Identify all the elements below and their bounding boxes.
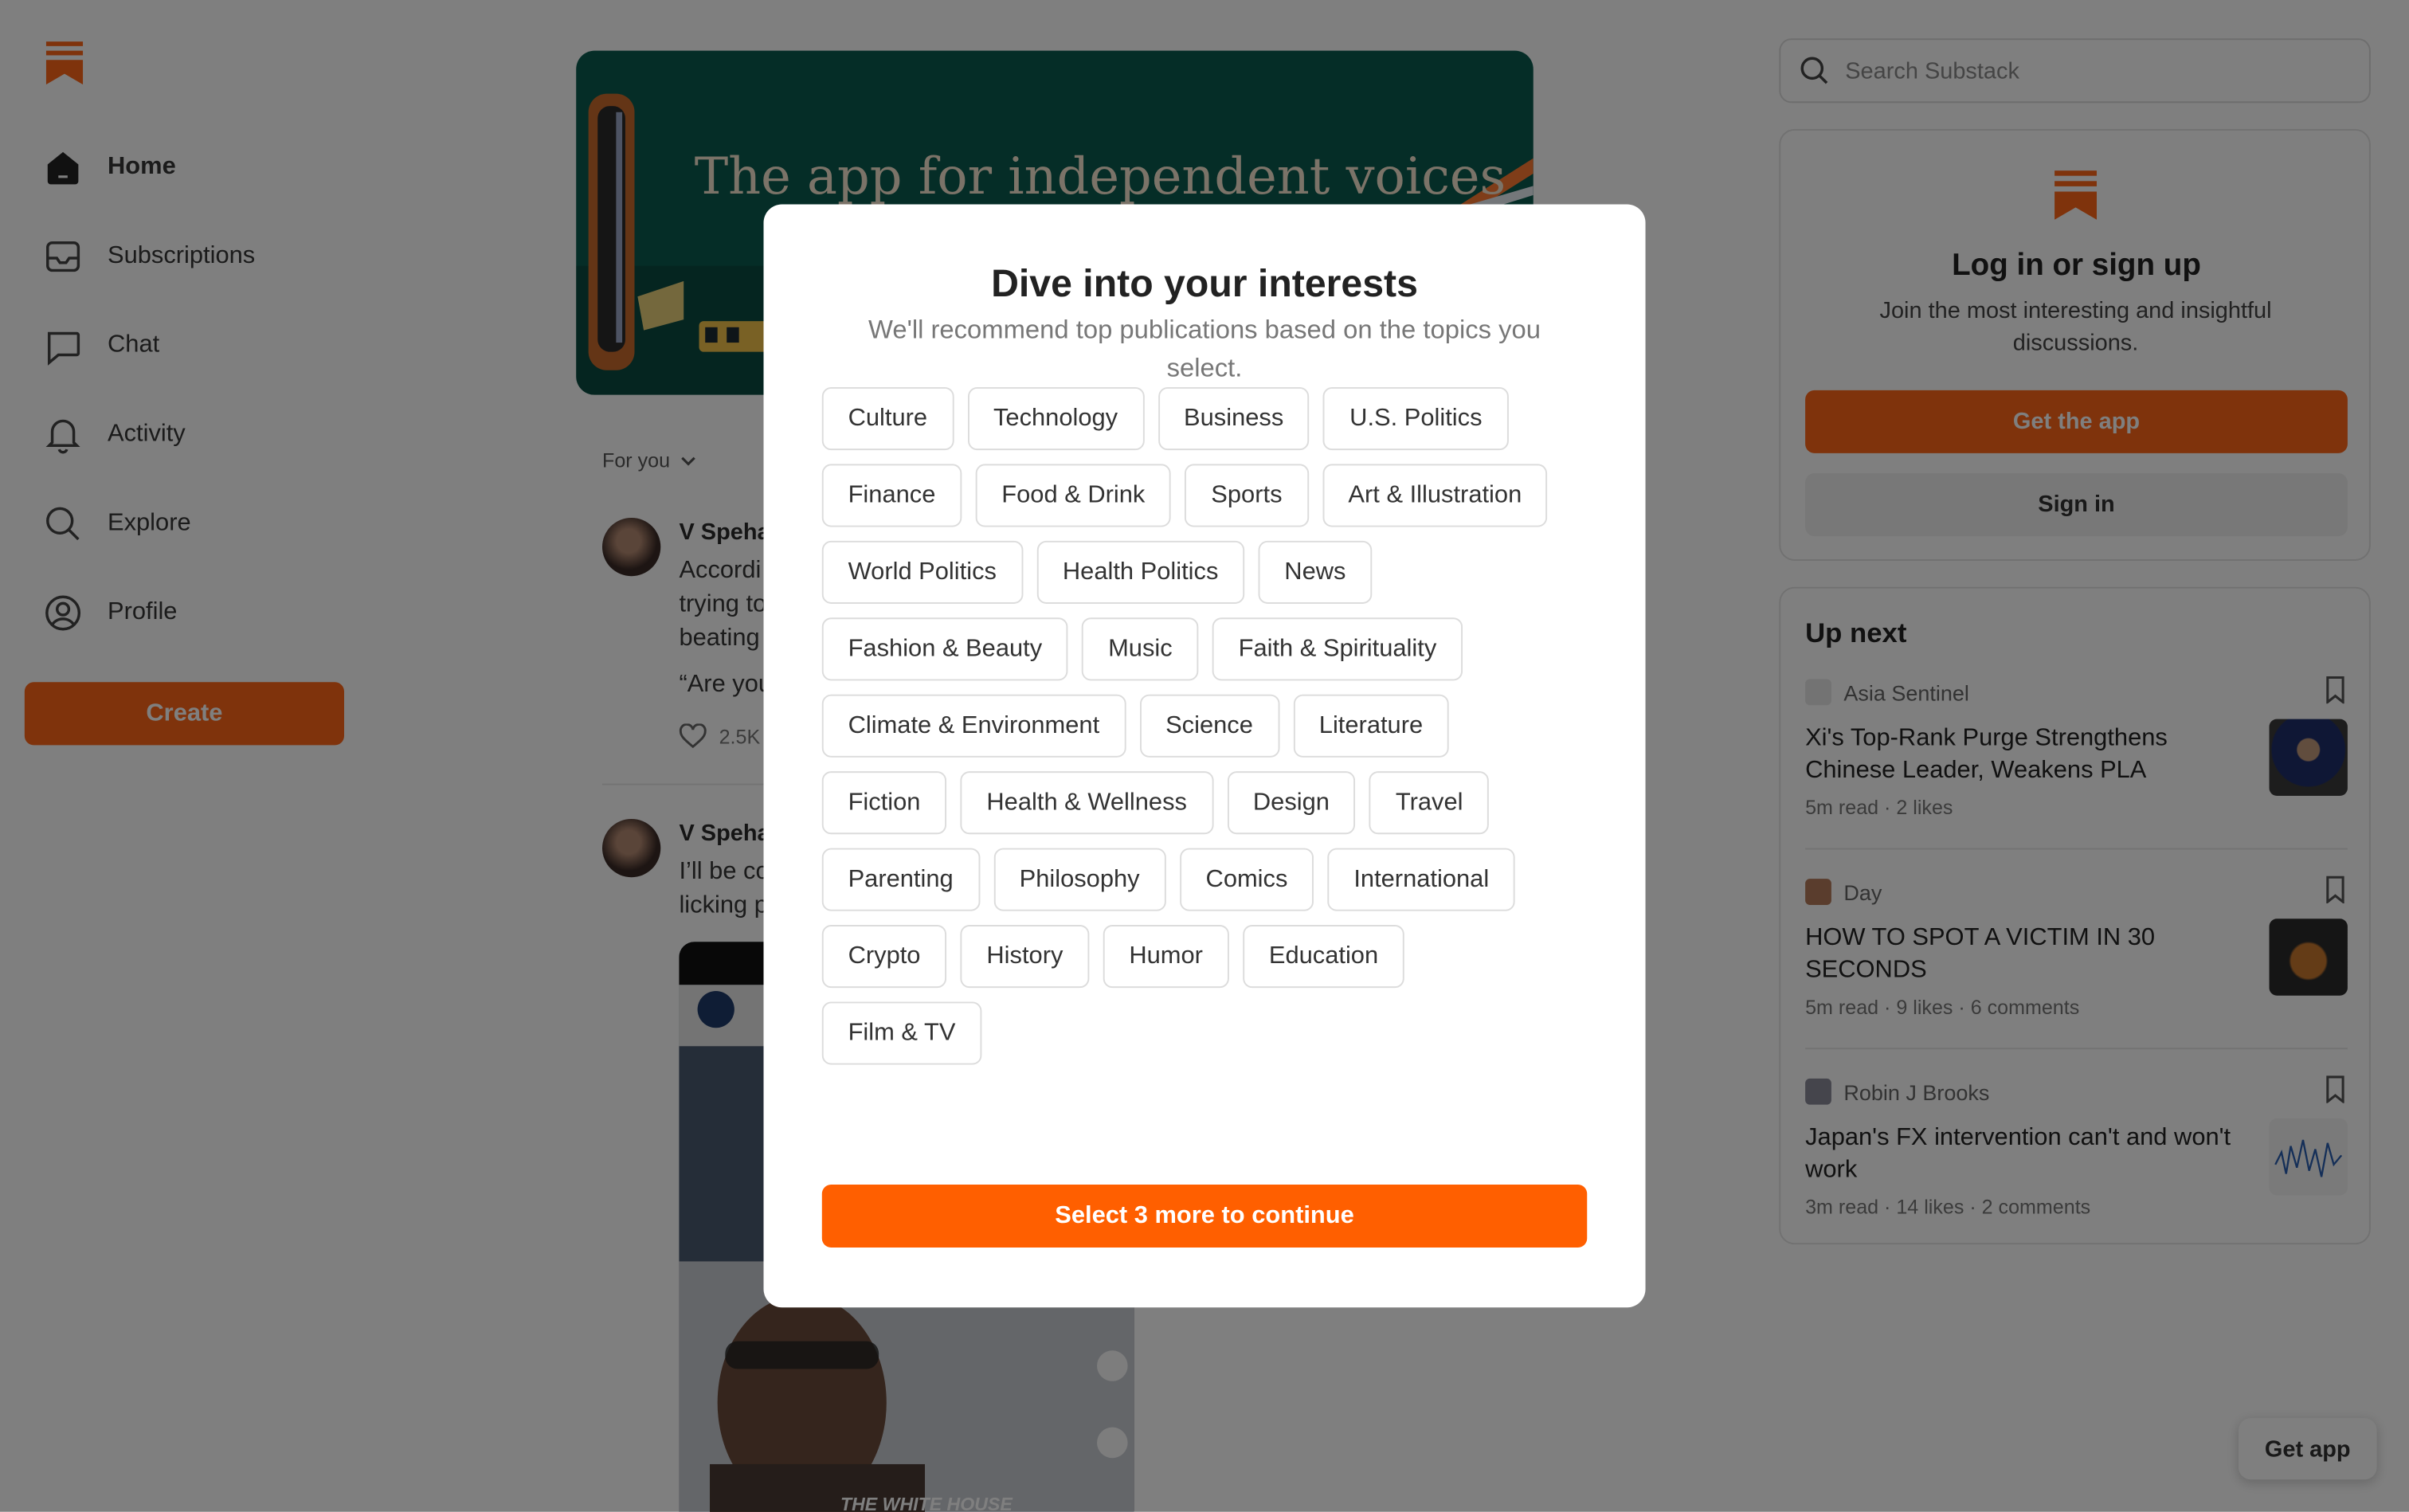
topic-chip[interactable]: Faith & Spirituality [1212,617,1463,681]
topic-chip[interactable]: Business [1157,387,1310,451]
interests-modal: Dive into your interests We'll recommend… [763,204,1646,1308]
topic-chip-row: Climate & Environment Science Literature [821,694,1590,758]
topic-chip[interactable]: Parenting [821,848,980,911]
topic-chip[interactable]: Sports [1185,464,1309,527]
topic-chip[interactable]: Science [1139,694,1279,758]
topic-chip[interactable]: Health & Wellness [960,771,1213,835]
topic-chip[interactable]: International [1327,848,1515,911]
topic-chip[interactable]: News [1258,540,1373,604]
topic-chip-row: Fiction Health & Wellness Design Travel [821,771,1590,835]
topic-chip[interactable]: History [960,925,1090,989]
topic-chip[interactable]: Comics [1179,848,1314,911]
topic-chip-row: Crypto History Humor Education [821,925,1590,989]
topic-chip-row: Culture Technology Business U.S. Politics [821,387,1590,451]
topic-chip[interactable]: Design [1227,771,1356,835]
modal-title: Dive into your interests [991,262,1418,306]
topic-chip[interactable]: World Politics [821,540,1023,604]
topic-chip[interactable]: Art & Illustration [1322,464,1549,527]
topic-chip-list: Culture Technology Business U.S. Politics Fi… [821,387,1590,1079]
topic-chip[interactable]: Health Politics [1036,540,1245,604]
topic-chip-row: Fashion & Beauty Music Faith & Spiritualit… [821,617,1590,681]
topic-chip[interactable]: Music [1082,617,1199,681]
topic-chip[interactable]: Technology [967,387,1144,451]
topic-chip[interactable]: Film & TV [821,1001,982,1065]
topic-chip-row: Finance Food & Drink Sports Art & Illustrat… [821,464,1590,527]
topic-chip[interactable]: Education [1243,925,1404,989]
topic-chip[interactable]: Fashion & Beauty [821,617,1068,681]
topic-chip[interactable]: Humor [1103,925,1229,989]
topic-chip-row: Parenting Philosophy Comics International [821,848,1590,911]
topic-chip[interactable]: Culture [821,387,954,451]
continue-button[interactable]: Select 3 more to continue [821,1184,1588,1248]
topic-chip[interactable]: Food & Drink [975,464,1172,527]
topic-chip[interactable]: Crypto [821,925,947,989]
topic-chip[interactable]: Philosophy [993,848,1166,911]
topic-chip[interactable]: Climate & Environment [821,694,1126,758]
topic-chip-row: Film & TV [821,1001,1590,1065]
modal-subtitle: We'll recommend top publications based o… [868,315,1541,383]
topic-chip[interactable]: U.S. Politics [1323,387,1509,451]
topic-chip[interactable]: Finance [821,464,962,527]
topic-chip[interactable]: Fiction [821,771,947,835]
topic-chip[interactable]: Literature [1293,694,1449,758]
topic-chip[interactable]: Travel [1369,771,1490,835]
topic-chip-row: World Politics Health Politics News [821,540,1590,604]
